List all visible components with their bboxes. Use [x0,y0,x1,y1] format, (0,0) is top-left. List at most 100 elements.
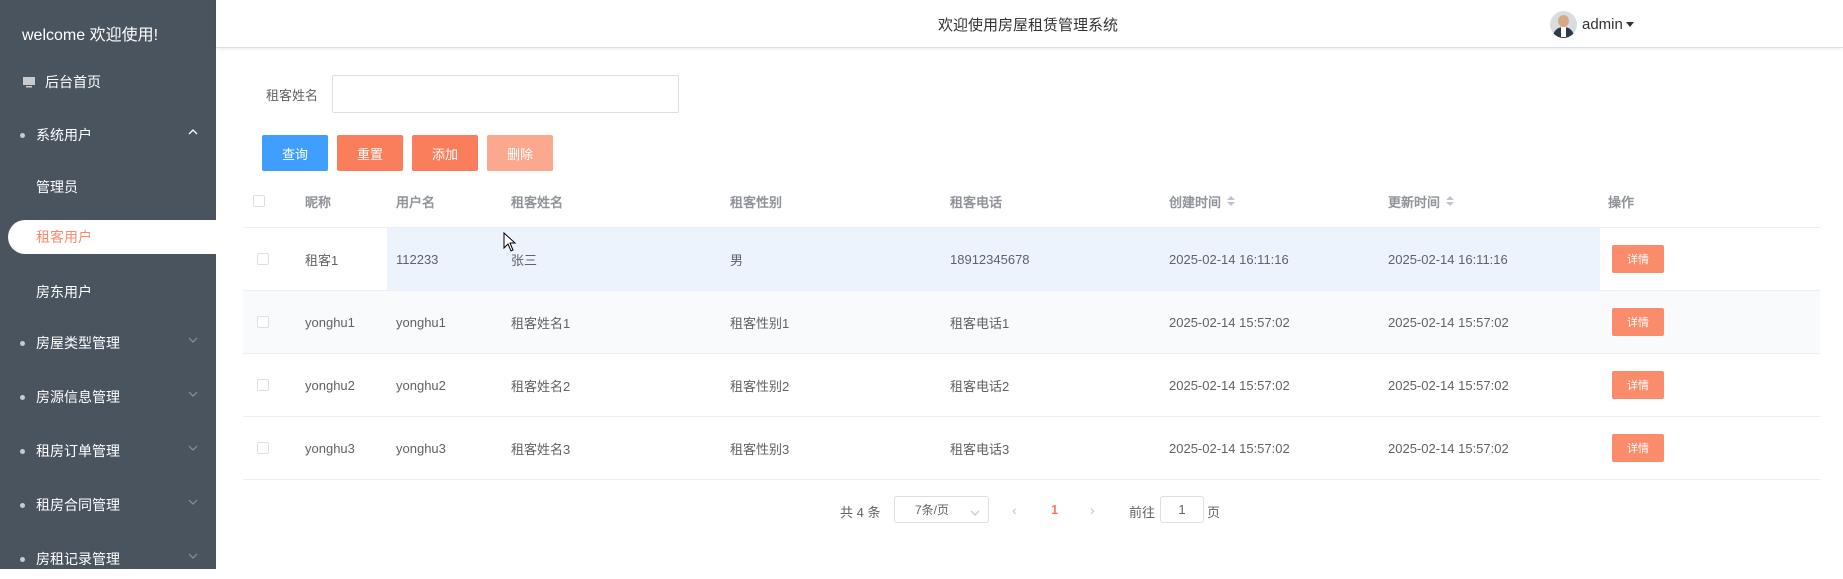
sidebar-item-label: 房屋类型管理 [36,335,120,351]
pagination-total: 共 4 条 [840,505,881,520]
table-row[interactable]: yonghu3 yonghu3 租客姓名3 租客性别3 租客电话3 2025-0… [243,417,1820,480]
next-page-icon[interactable]: › [1090,502,1095,518]
detail-button[interactable]: 详情 [1612,308,1664,336]
cell-gender: 男 [730,252,744,268]
bullet-icon [20,394,25,400]
detail-button[interactable]: 详情 [1612,434,1664,462]
sort-icon[interactable] [1446,196,1455,206]
chevron-down-icon [970,506,980,520]
cell-name: 租客姓名2 [511,378,571,394]
sort-icon[interactable] [1227,196,1236,206]
sidebar-item-label: 租房订单管理 [36,443,120,459]
sidebar-item-home[interactable]: 后台首页 [0,62,216,102]
column-header-updated[interactable]: 更新时间 [1388,175,1455,227]
detail-button[interactable]: 详情 [1612,371,1664,399]
caret-down-icon [1625,22,1634,27]
table-header: 昵称 用户名 租客姓名 租客性别 租客电话 创建时间 更新时间 操作 [243,175,1820,228]
cell-username: yonghu2 [396,377,446,393]
user-name: admin [1582,16,1623,33]
cell-phone: 租客电话2 [950,378,1010,394]
pagination: 共 4 条 7条/页 ‹ 1 › 前往 页 [0,496,1843,524]
sidebar-item-landlord-users[interactable]: 房东用户 [0,272,216,312]
sidebar-item-tenant-users[interactable]: 租客用户 [8,220,216,254]
row-checkbox[interactable] [257,253,269,265]
top-bar: 欢迎使用房屋租赁管理系统 admin [216,0,1843,48]
sidebar-item-label: 房源信息管理 [36,389,120,405]
tenant-table: 昵称 用户名 租客姓名 租客性别 租客电话 创建时间 更新时间 操作 租客1 1… [243,175,1820,480]
cell-name: 租客姓名1 [511,315,571,331]
chevron-up-icon [188,128,198,136]
column-header-name: 租客姓名 [511,194,564,210]
bullet-icon [20,556,25,562]
prev-page-icon[interactable]: ‹ [1012,502,1017,518]
sidebar-item-label: 租客用户 [36,229,92,245]
sidebar-brand: welcome 欢迎使用! [22,27,159,44]
table-row[interactable]: 租客1 112233 张三 男 18912345678 2025-02-14 1… [243,228,1820,291]
sidebar-item-label: 系统用户 [36,127,92,143]
reset-button[interactable]: 重置 [337,135,403,171]
cell-updated: 2025-02-14 15:57:02 [1388,440,1509,456]
column-header-phone: 租客电话 [950,194,1003,210]
search-label: 租客姓名 [266,88,319,103]
detail-button[interactable]: 详情 [1612,245,1664,273]
delete-button[interactable]: 删除 [487,135,553,171]
column-header-label: 创建时间 [1169,194,1222,210]
sidebar-item-admin[interactable]: 管理员 [0,167,216,207]
cell-created: 2025-02-14 15:57:02 [1169,440,1290,456]
goto-label: 前往 [1129,505,1156,520]
cell-updated: 2025-02-14 16:11:16 [1388,251,1508,267]
cell-nickname: yonghu3 [305,440,355,456]
column-header-actions: 操作 [1608,194,1635,210]
row-checkbox[interactable] [257,379,269,391]
sidebar-group-listings[interactable]: 房源信息管理 [0,377,216,417]
avatar [1550,11,1577,38]
page-title: 欢迎使用房屋租赁管理系统 [938,17,1119,34]
cell-username: yonghu3 [396,440,446,456]
row-checkbox[interactable] [257,316,269,328]
add-button[interactable]: 添加 [412,135,478,171]
goto-unit: 页 [1207,505,1221,520]
cell-username: 112233 [396,251,439,267]
sidebar-group-house-types[interactable]: 房屋类型管理 [0,323,216,363]
query-button[interactable]: 查询 [262,135,328,171]
bullet-icon [20,340,25,346]
cell-created: 2025-02-14 16:11:16 [1169,251,1289,267]
sidebar: welcome 欢迎使用! 后台首页 系统用户 管理员 租客用户 房东用户 房屋… [0,0,216,569]
page-size-select[interactable]: 7条/页 [894,496,989,523]
cell-updated: 2025-02-14 15:57:02 [1388,314,1509,330]
chevron-down-icon [188,390,198,398]
cell-created: 2025-02-14 15:57:02 [1169,377,1290,393]
bullet-icon [20,132,25,138]
cell-phone: 租客电话3 [950,441,1010,457]
goto-page-input[interactable] [1160,496,1204,523]
cell-gender: 租客性别2 [730,378,790,394]
chevron-down-icon [188,552,198,560]
chevron-down-icon [188,336,198,344]
table-row[interactable]: yonghu2 yonghu2 租客姓名2 租客性别2 租客电话2 2025-0… [243,354,1820,417]
column-header-label: 更新时间 [1388,194,1441,210]
user-menu[interactable]: admin [1550,11,1634,38]
cell-updated: 2025-02-14 15:57:02 [1388,377,1509,393]
cell-name: 租客姓名3 [511,441,571,457]
sidebar-group-system-users[interactable]: 系统用户 [0,115,216,155]
page-number-current[interactable]: 1 [1051,502,1058,517]
sidebar-item-label: 管理员 [36,179,78,195]
monitor-icon [22,75,36,89]
cell-nickname: 租客1 [305,252,339,268]
select-all-checkbox[interactable] [253,195,265,207]
sidebar-group-rent-records[interactable]: 房租记录管理 [0,539,216,579]
column-header-created[interactable]: 创建时间 [1169,175,1236,227]
page-size-value: 7条/页 [915,503,950,517]
table-row[interactable]: yonghu1 yonghu1 租客姓名1 租客性别1 租客电话1 2025-0… [243,291,1820,354]
cell-gender: 租客性别1 [730,315,790,331]
cell-nickname: yonghu1 [305,314,355,330]
row-checkbox[interactable] [257,442,269,454]
cell-phone: 18912345678 [950,251,1030,267]
tenant-name-input[interactable] [332,75,679,113]
column-header-username: 用户名 [396,194,436,210]
cell-username: yonghu1 [396,314,446,330]
sidebar-group-orders[interactable]: 租房订单管理 [0,431,216,471]
cell-created: 2025-02-14 15:57:02 [1169,314,1290,330]
column-header-nickname: 昵称 [305,194,332,210]
cell-phone: 租客电话1 [950,315,1010,331]
